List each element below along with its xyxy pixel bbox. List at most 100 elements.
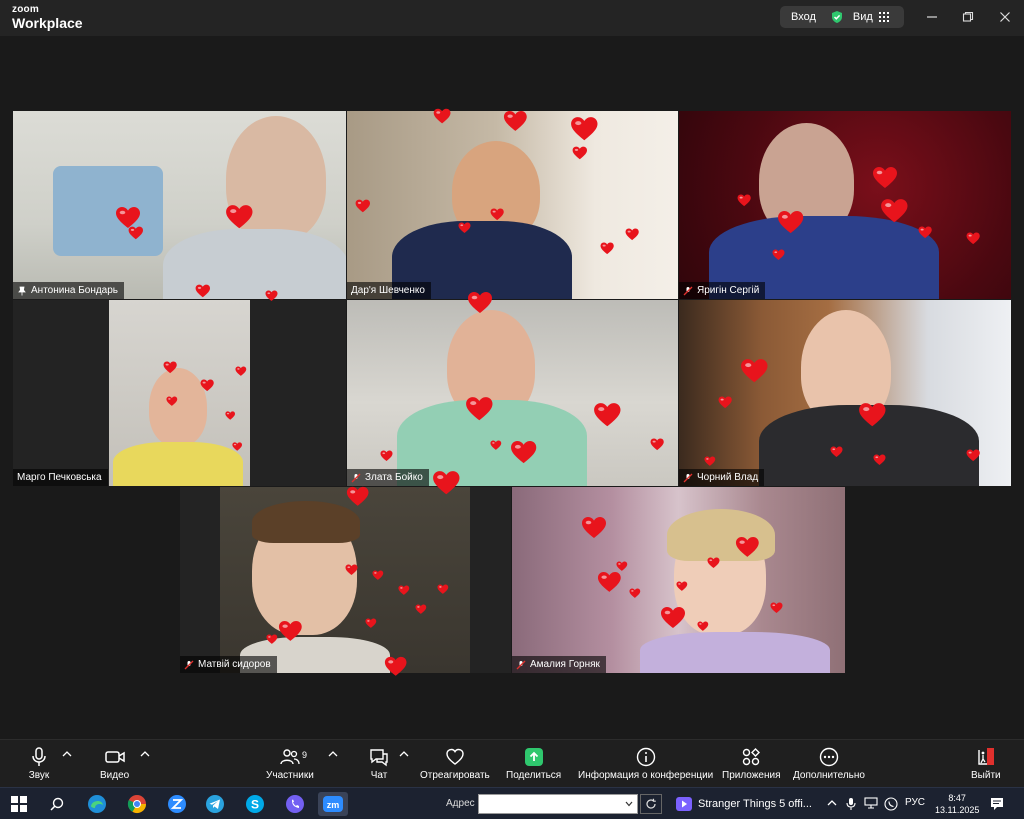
- svg-text:zm: zm: [327, 800, 340, 810]
- logo-zoom-text: zoom: [12, 4, 39, 15]
- address-refresh-button[interactable]: [640, 794, 662, 814]
- restore-icon: [962, 11, 974, 22]
- video-button[interactable]: Видео: [100, 746, 129, 781]
- react-label: Отреагировать: [420, 770, 490, 781]
- tray-volume-icon[interactable]: [886, 797, 900, 809]
- apps-button[interactable]: Приложения: [722, 746, 781, 781]
- leave-button[interactable]: Выйти: [971, 746, 1001, 781]
- windows-taskbar: S zm Адрес Stranger Things 5 offi... РУС…: [0, 787, 1024, 819]
- telegram-icon: [206, 795, 224, 813]
- audio-label: Звук: [28, 770, 50, 781]
- system-clock[interactable]: 8:47 13.11.2025: [935, 792, 979, 816]
- pin-icon: [18, 286, 26, 295]
- more-button[interactable]: Дополнительно: [793, 746, 865, 781]
- participant-hair: [667, 509, 775, 561]
- media-play-icon: [676, 797, 692, 811]
- video-tile[interactable]: Дар'я Шевченко: [347, 111, 678, 299]
- close-icon: [1000, 12, 1010, 22]
- more-label: Дополнительно: [793, 770, 865, 781]
- tray-microphone-icon[interactable]: [845, 797, 857, 811]
- taskbar-edge[interactable]: [82, 792, 112, 816]
- apps-icon: [743, 748, 761, 766]
- taskbar-chrome[interactable]: [122, 792, 152, 816]
- video-tile[interactable]: Антонина Бондарь: [13, 111, 346, 299]
- participant-name-label: Чорний Влад: [679, 469, 765, 486]
- taskbar-zoom-workplace[interactable]: zm: [318, 792, 348, 816]
- share-label: Поделиться: [506, 770, 562, 781]
- search-button[interactable]: [42, 792, 72, 816]
- chat-options-chevron-icon[interactable]: [399, 750, 409, 758]
- participants-count: 9: [302, 750, 308, 760]
- video-tile[interactable]: Злата Бойко: [347, 300, 678, 486]
- participant-body: [113, 442, 243, 486]
- address-input[interactable]: [478, 794, 638, 814]
- search-icon: [50, 797, 64, 811]
- enter-button[interactable]: Вход: [791, 11, 816, 23]
- view-button[interactable]: Вид: [853, 11, 873, 23]
- audio-button[interactable]: Звук: [28, 746, 50, 781]
- logo-workplace-text: Workplace: [12, 15, 83, 31]
- restore-button[interactable]: [959, 8, 977, 26]
- start-button[interactable]: [4, 792, 34, 816]
- video-options-chevron-icon[interactable]: [140, 750, 150, 758]
- video-camera-icon: [104, 751, 125, 763]
- participant-name: Матвій сидоров: [198, 659, 271, 670]
- windows-logo-icon: [11, 796, 27, 812]
- tray-network-icon[interactable]: [864, 797, 878, 809]
- mic-muted-icon: [683, 286, 693, 295]
- react-button[interactable]: Отреагировать: [420, 746, 490, 781]
- participant-name-label: Злата Бойко: [347, 469, 429, 486]
- participant-name: Антонина Бондарь: [31, 285, 119, 296]
- media-title: Stranger Things 5 offi...: [698, 798, 812, 810]
- chat-label: Чат: [370, 770, 388, 781]
- share-button[interactable]: Поделиться: [506, 746, 561, 781]
- taskbar-viber[interactable]: [280, 792, 310, 816]
- media-widget[interactable]: Stranger Things 5 offi...: [676, 797, 812, 811]
- clock-time: 8:47: [948, 793, 966, 803]
- tray-chevron-up-icon[interactable]: [826, 797, 838, 809]
- participant-name: Злата Бойко: [365, 472, 423, 483]
- close-button[interactable]: [996, 8, 1014, 26]
- edge-browser-icon: [88, 795, 106, 813]
- taskbar-zoom-app[interactable]: [162, 792, 192, 816]
- mic-muted-icon: [351, 473, 361, 482]
- language-indicator[interactable]: РУС: [905, 797, 925, 808]
- participant-body: [640, 632, 830, 673]
- participant-name-label: Матвій сидоров: [180, 656, 277, 673]
- minimize-button[interactable]: [923, 8, 941, 26]
- video-tile[interactable]: Амалия Горняк: [512, 487, 845, 673]
- video-tile[interactable]: Яригін Сергій: [679, 111, 1011, 299]
- zoom-workplace-logo: zoom Workplace: [12, 4, 83, 31]
- taskbar-telegram[interactable]: [200, 792, 230, 816]
- address-bar-label: Адрес: [446, 798, 475, 809]
- taskbar-skype[interactable]: S: [240, 792, 270, 816]
- chrome-browser-icon: [127, 795, 146, 814]
- zoom-zm-icon: zm: [323, 796, 343, 812]
- video-tile[interactable]: Чорний Влад: [679, 300, 1011, 486]
- share-screen-icon: [524, 748, 543, 766]
- meeting-toolbar: Звук Видео Участники 9 Чат Отреагировать…: [0, 739, 1024, 787]
- video-tile[interactable]: Марго Печковська: [13, 300, 346, 486]
- shield-check-icon[interactable]: [830, 10, 844, 24]
- audio-options-chevron-icon[interactable]: [62, 750, 72, 758]
- participants-options-chevron-icon[interactable]: [328, 750, 338, 758]
- mic-muted-icon: [683, 473, 693, 482]
- video-tile[interactable]: Матвій сидоров: [180, 487, 511, 673]
- address-dropdown-chevron-icon[interactable]: [625, 801, 633, 807]
- participant-name-label: Антонина Бондарь: [13, 282, 125, 299]
- participant-name: Марго Печковська: [17, 472, 102, 483]
- grid-view-icon[interactable]: [878, 12, 889, 22]
- video-label: Видео: [100, 770, 130, 781]
- info-icon: [636, 747, 655, 767]
- viber-icon: [286, 795, 304, 813]
- meeting-info-button[interactable]: Информация о конференции: [578, 746, 713, 781]
- notifications-icon[interactable]: [990, 797, 1004, 811]
- wall-poster: [53, 166, 163, 256]
- participant-hair: [252, 501, 360, 543]
- leave-label: Выйти: [971, 770, 1001, 781]
- participants-label: Участники: [266, 770, 314, 781]
- clock-date: 13.11.2025: [935, 805, 980, 815]
- chat-button[interactable]: Чат: [368, 746, 390, 781]
- participants-icon: [280, 749, 300, 765]
- more-dots-icon: [819, 747, 839, 767]
